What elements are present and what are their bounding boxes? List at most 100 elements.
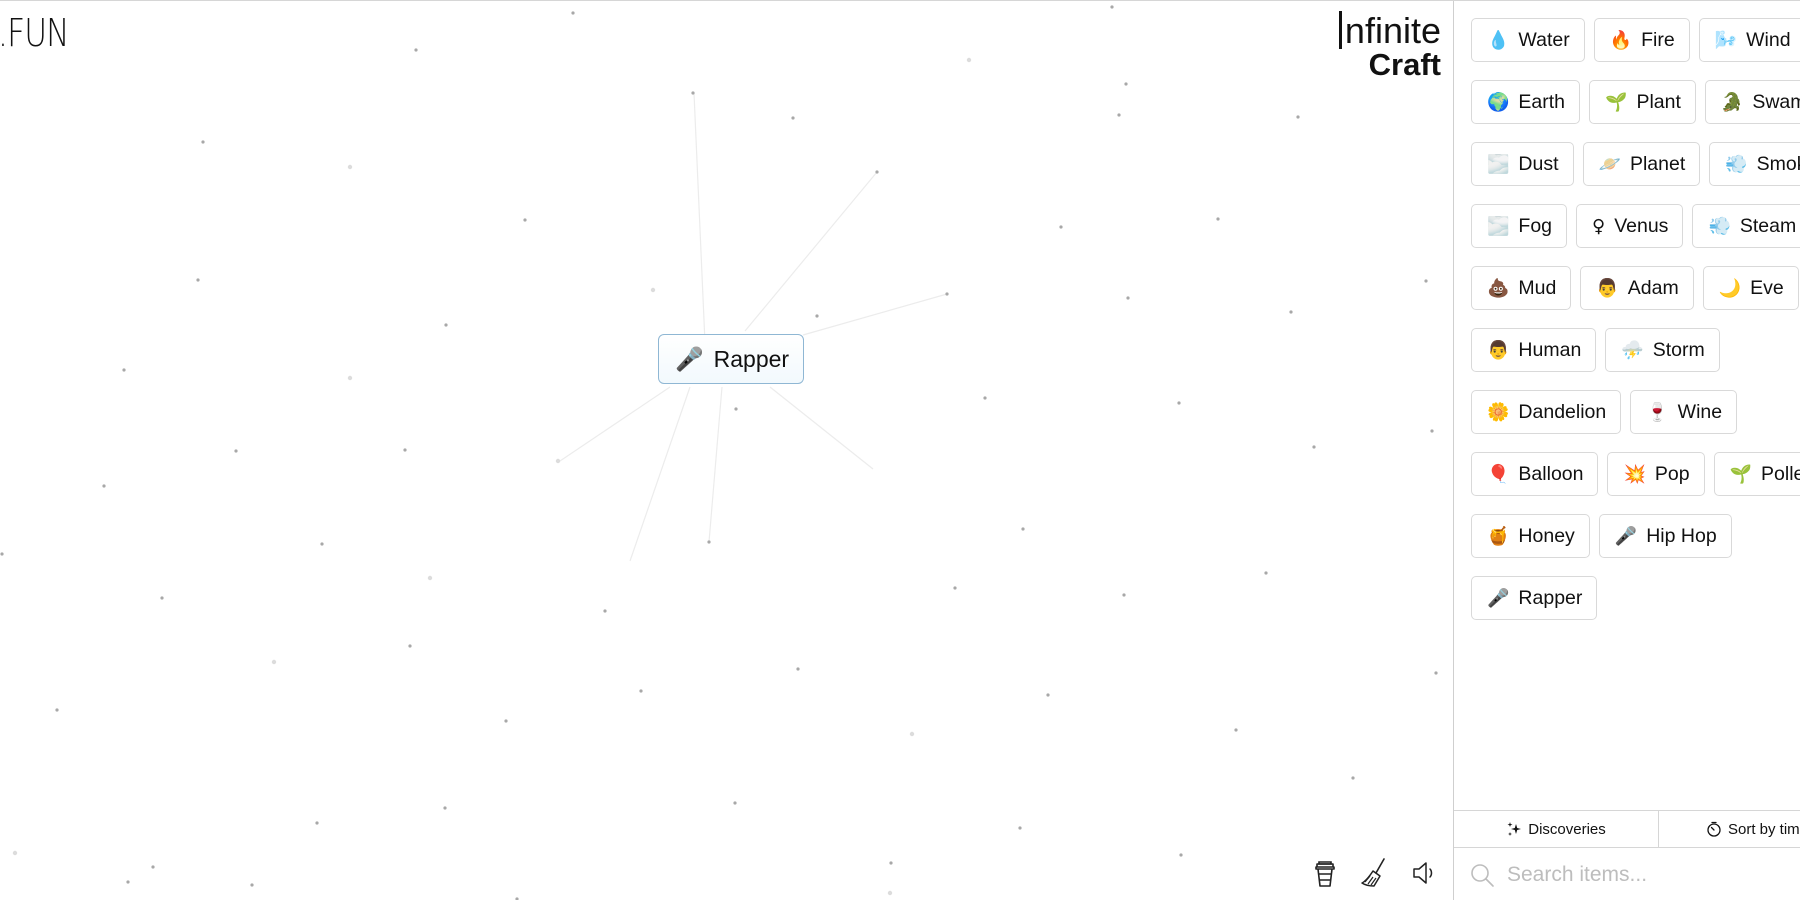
item-label: Fire — [1641, 28, 1675, 51]
particle-dot — [408, 644, 412, 648]
item-label: Storm — [1652, 338, 1705, 361]
sidebar-item-swamp[interactable]: 🐊 Swamp — [1704, 80, 1800, 124]
canvas-item-label: Rapper — [713, 345, 790, 372]
particle-dot — [443, 806, 447, 810]
particle-dot — [1296, 115, 1300, 119]
coffee-button[interactable] — [1310, 856, 1340, 890]
particle-dot — [691, 91, 695, 95]
sidebar-item-wind[interactable]: 🌬️ Wind — [1698, 18, 1800, 62]
sidebar-item-smoke[interactable]: 💨 Smoke — [1709, 142, 1800, 186]
tab-discoveries-label: Discoveries — [1528, 820, 1606, 838]
particle-dot — [1424, 279, 1428, 283]
item-label: Pollen — [1761, 462, 1800, 485]
particle-dot — [1021, 527, 1025, 531]
sidebar-item-adam[interactable]: 👨 Adam — [1580, 266, 1694, 310]
sidebar-item-dust[interactable]: 🌫️ Dust — [1471, 142, 1574, 186]
canvas-item-rapper[interactable]: 🎤 Rapper — [658, 334, 805, 384]
sidebar-item-fire[interactable]: 🔥 Fire — [1593, 18, 1690, 62]
particle-dot — [102, 484, 106, 488]
particle-dot — [945, 292, 949, 296]
particle-dot — [1179, 853, 1183, 857]
logo-line-1: nfinite — [1344, 10, 1441, 51]
particle-dot — [427, 575, 433, 581]
sidebar-item-storm[interactable]: ⛈️ Storm — [1605, 328, 1720, 372]
particle-dot — [639, 689, 643, 693]
item-label: Hip Hop — [1646, 524, 1717, 547]
connection-line — [559, 386, 671, 462]
logo-line-2: Craft — [1368, 47, 1441, 82]
connection-line — [693, 92, 706, 344]
infinite-craft-logo: nfinite Craft — [1338, 10, 1441, 82]
item-label: Pop — [1654, 462, 1690, 485]
sidebar-item-wine[interactable]: 🍷 Wine — [1630, 390, 1738, 434]
sidebar-item-balloon[interactable]: 🎈 Balloon — [1471, 452, 1599, 496]
sidebar-item-steam[interactable]: 💨 Steam — [1692, 204, 1800, 248]
item-emoji-icon: 💨 — [1708, 215, 1731, 237]
tab-sort-by-time[interactable]: Sort by time — [1659, 811, 1800, 847]
sidebar-item-fog[interactable]: 🌫️ Fog — [1471, 204, 1568, 248]
item-emoji-icon: 👨 — [1596, 277, 1619, 299]
item-label: Steam — [1739, 214, 1797, 237]
item-label: Adam — [1627, 276, 1679, 299]
microphone-icon: 🎤 — [675, 346, 704, 373]
item-emoji-icon: ⛈️ — [1621, 339, 1644, 361]
particle-dot — [0, 552, 4, 556]
particle-dot — [1264, 571, 1268, 575]
connection-line — [769, 386, 874, 470]
item-emoji-icon: 🍷 — [1646, 401, 1669, 423]
sidebar-item-planet[interactable]: 🪐 Planet — [1582, 142, 1701, 186]
item-label: Wine — [1677, 400, 1723, 423]
particle-dot — [414, 48, 418, 52]
clear-canvas-button[interactable] — [1360, 856, 1390, 890]
crafting-canvas[interactable]: .FUN nfinite Craft 🎤 Rapper — [0, 1, 1453, 900]
item-emoji-icon: 🌫️ — [1487, 215, 1510, 237]
particle-dot — [1289, 310, 1293, 314]
sparkle-icon — [1507, 822, 1522, 836]
sidebar-item-hip-hop[interactable]: 🎤 Hip Hop — [1598, 514, 1732, 558]
item-emoji-icon: 🎈 — [1487, 463, 1510, 485]
item-emoji-icon: 🍯 — [1487, 525, 1510, 547]
sidebar-item-plant[interactable]: 🌱 Plant — [1589, 80, 1696, 124]
text-cursor-icon — [1338, 11, 1342, 49]
particle-dot — [55, 708, 59, 712]
particle-dot — [151, 865, 155, 869]
sidebar-item-honey[interactable]: 🍯 Honey — [1471, 514, 1590, 558]
particle-dot — [12, 850, 18, 856]
particle-dot — [603, 609, 607, 613]
item-emoji-icon: 🌱 — [1605, 91, 1628, 113]
sidebar-item-venus[interactable]: ♀ Venus — [1576, 204, 1684, 248]
sidebar-item-eve[interactable]: 🌙 Eve — [1702, 266, 1799, 310]
item-label: Earth — [1518, 90, 1566, 113]
search-input[interactable] — [1507, 862, 1797, 887]
item-label: Venus — [1614, 214, 1669, 237]
item-label: Balloon — [1518, 462, 1584, 485]
particle-dot — [555, 458, 561, 464]
particle-dot — [196, 278, 200, 282]
particle-dot — [315, 821, 319, 825]
item-label: Mud — [1518, 276, 1557, 299]
sound-toggle-button[interactable] — [1410, 856, 1440, 890]
connection-line — [708, 386, 723, 543]
sidebar-item-earth[interactable]: 🌍 Earth — [1471, 80, 1581, 124]
sidebar-item-human[interactable]: 👨 Human — [1471, 328, 1597, 372]
sidebar-item-mud[interactable]: 💩 Mud — [1471, 266, 1572, 310]
item-emoji-icon: 💩 — [1487, 277, 1510, 299]
sidebar-item-water[interactable]: 💧 Water — [1471, 18, 1585, 62]
particle-dot — [815, 314, 819, 318]
sidebar-item-rapper[interactable]: 🎤 Rapper — [1471, 576, 1598, 620]
item-emoji-icon: 🌫️ — [1487, 153, 1510, 175]
particle-dot — [234, 449, 238, 453]
coffee-cup-icon — [1315, 861, 1335, 887]
item-label: Honey — [1518, 524, 1575, 547]
sidebar-item-pollen[interactable]: 🌱 Pollen — [1713, 452, 1800, 496]
neal-fun-logo[interactable]: .FUN — [0, 11, 69, 55]
tab-discoveries[interactable]: Discoveries — [1454, 811, 1659, 847]
sidebar-item-pop[interactable]: 💥 Pop — [1607, 452, 1705, 496]
item-label: Dandelion — [1518, 400, 1607, 423]
item-label: Smoke — [1756, 152, 1800, 175]
item-label: Plant — [1636, 90, 1681, 113]
particle-dot — [983, 396, 987, 400]
sidebar-item-dandelion[interactable]: 🌼 Dandelion — [1471, 390, 1622, 434]
connection-line — [629, 386, 691, 562]
item-emoji-icon: 💨 — [1725, 153, 1748, 175]
